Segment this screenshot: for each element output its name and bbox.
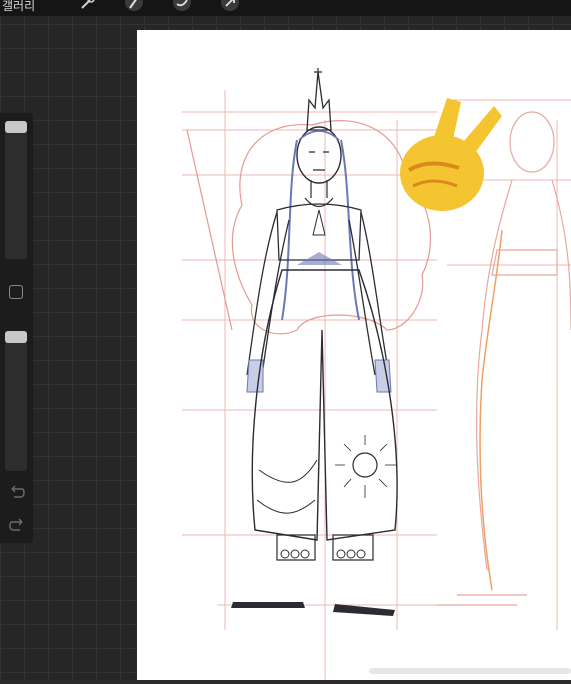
brush-size-slider[interactable] [5, 121, 27, 259]
top-toolbar: 갤러리 [0, 0, 571, 16]
redo-arrow-icon[interactable] [8, 518, 26, 532]
canvas-scrollbar[interactable] [369, 668, 571, 674]
opacity-slider[interactable] [5, 331, 27, 471]
gallery-button[interactable]: 갤러리 [2, 0, 35, 14]
drawing-canvas[interactable] [137, 30, 571, 680]
square-modify-icon[interactable] [9, 285, 23, 299]
transform-arrow-icon[interactable] [220, 0, 240, 14]
peace-hand-emoji [400, 98, 502, 211]
left-sidebar [0, 113, 33, 543]
opacity-handle[interactable] [5, 331, 27, 343]
brush-size-handle[interactable] [5, 121, 27, 133]
sketch-artwork [182, 68, 571, 680]
selection-icon[interactable] [172, 0, 192, 14]
magic-wand-icon[interactable] [124, 0, 144, 14]
wrench-icon[interactable] [78, 0, 98, 14]
undo-arrow-icon[interactable] [8, 485, 26, 499]
